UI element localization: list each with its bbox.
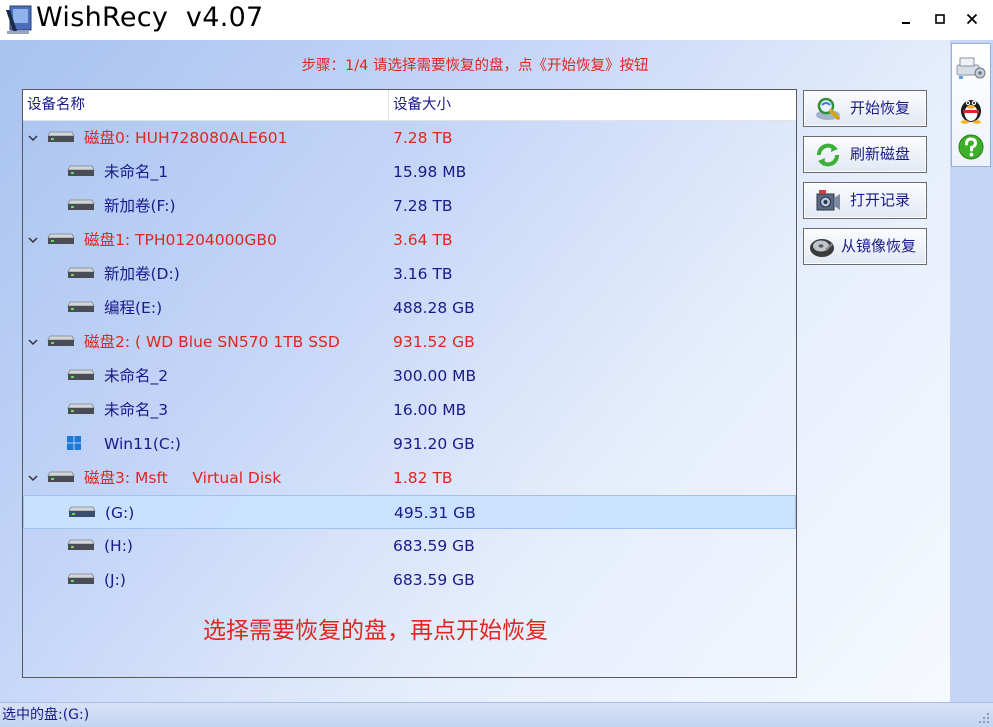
hard-drive-icon: [67, 369, 95, 380]
close-button[interactable]: [960, 8, 984, 30]
partition-row[interactable]: Win11(C:) 931.20 GB: [23, 427, 796, 461]
partition-size: 683.59 GB: [393, 571, 475, 589]
disk-row[interactable]: 磁盘0: HUH728080ALE601 7.28 TB: [23, 121, 796, 155]
device-list[interactable]: 设备名称 设备大小 磁盘0: HUH728080ALE601 7.28 TB 未命名…: [22, 89, 797, 678]
minimize-icon: [902, 22, 910, 24]
start-recovery-label: 开始恢复: [850, 99, 911, 117]
partition-row[interactable]: (H:) 683.59 GB: [23, 529, 796, 563]
hard-drive-icon: [67, 267, 95, 278]
partition-name: 新加卷(D:): [104, 265, 180, 283]
disk-name: 磁盘2: ( WD Blue SN570 1TB SSD: [84, 333, 340, 351]
disk-name: 磁盘3: Msft Virtual Disk: [84, 469, 282, 487]
hint-text: 选择需要恢复的盘，再点开始恢复: [203, 618, 548, 644]
disk-name: 磁盘0: HUH728080ALE601: [84, 129, 288, 147]
partition-size: 683.59 GB: [393, 537, 475, 555]
help-icon[interactable]: [955, 132, 987, 164]
selected-disk-status: 选中的盘:(G:): [2, 707, 90, 723]
partition-name: Win11(C:): [104, 435, 181, 453]
refresh-disks-label: 刷新磁盘: [850, 145, 911, 163]
hard-drive-icon: [47, 131, 75, 142]
hard-disk-icon: [810, 239, 834, 257]
disk-row[interactable]: 磁盘3: Msft Virtual Disk 1.82 TB: [23, 461, 796, 495]
hard-drive-icon: [67, 199, 95, 210]
app-title: WishRecy v4.07: [36, 2, 264, 33]
open-log-button[interactable]: 打开记录: [803, 182, 927, 219]
partition-name: 编程(E:): [104, 299, 163, 317]
partition-row[interactable]: 新加卷(D:) 3.16 TB: [23, 257, 796, 291]
column-header-device-name[interactable]: 设备名称: [23, 90, 388, 120]
partition-row[interactable]: 编程(E:) 488.28 GB: [23, 291, 796, 325]
hard-drive-icon: [47, 335, 75, 346]
partition-size: 15.98 MB: [393, 163, 467, 181]
partition-row[interactable]: 未命名_3 16.00 MB: [23, 393, 796, 427]
hard-drive-icon: [67, 165, 95, 176]
open-log-label: 打开记录: [850, 191, 911, 209]
resize-grip-icon[interactable]: [977, 711, 991, 725]
status-bar: 选中的盘:(G:): [0, 702, 993, 727]
restore-from-image-label: 从镜像恢复: [841, 237, 917, 255]
partition-size: 488.28 GB: [393, 299, 475, 317]
hard-drive-icon: [47, 233, 75, 244]
network-settings-icon[interactable]: [955, 51, 987, 83]
chevron-down-icon[interactable]: [27, 472, 39, 484]
main-panel: 步骤：1/4 请选择需要恢复的盘，点《开始恢复》按钮 设备名称 设备大小 磁盘0…: [0, 40, 950, 702]
partition-size: 931.20 GB: [393, 435, 475, 453]
partition-name: (J:): [104, 571, 126, 589]
maximize-button[interactable]: [928, 8, 952, 30]
hard-drive-icon: [67, 301, 95, 312]
hard-drive-icon: [67, 573, 95, 584]
chevron-down-icon[interactable]: [27, 132, 39, 144]
windows-logo-icon: [67, 436, 81, 450]
column-header-device-size[interactable]: 设备大小: [389, 90, 796, 120]
partition-name: 未命名_1: [104, 163, 169, 181]
refresh-icon: [817, 143, 839, 167]
disk-name: 磁盘1: TPH01204000GB0: [84, 231, 277, 249]
partition-name: 未命名_2: [104, 367, 169, 385]
partition-name: 未命名_3: [104, 401, 169, 419]
partition-name: 新加卷(F:): [104, 197, 176, 215]
disk-size: 1.82 TB: [393, 469, 453, 487]
hard-drive-icon: [67, 403, 95, 414]
camera-icon: [816, 190, 840, 211]
qq-penguin-icon[interactable]: [955, 92, 987, 124]
title-bar: WishRecy v4.07: [0, 0, 993, 40]
partition-row[interactable]: 未命名_2 300.00 MB: [23, 359, 796, 393]
partition-row[interactable]: (J:) 683.59 GB: [23, 563, 796, 597]
partition-row[interactable]: (G:) 495.31 GB: [23, 495, 796, 529]
hard-drive-icon: [68, 506, 96, 517]
partition-size: 495.31 GB: [394, 504, 476, 522]
magnifier-disk-icon: [816, 97, 840, 120]
partition-row[interactable]: 未命名_1 15.98 MB: [23, 155, 796, 189]
disk-row[interactable]: 磁盘2: ( WD Blue SN570 1TB SSD 931.52 GB: [23, 325, 796, 359]
partition-size: 300.00 MB: [393, 367, 477, 385]
disk-size: 7.28 TB: [393, 129, 453, 147]
hard-drive-icon: [47, 471, 75, 482]
partition-row[interactable]: 新加卷(F:) 7.28 TB: [23, 189, 796, 223]
maximize-icon: [935, 14, 945, 24]
partition-size: 3.16 TB: [393, 265, 453, 283]
disk-row[interactable]: 磁盘1: TPH01204000GB0 3.64 TB: [23, 223, 796, 257]
step-instruction: 步骤：1/4 请选择需要恢复的盘，点《开始恢复》按钮: [301, 58, 649, 74]
partition-size: 7.28 TB: [393, 197, 453, 215]
close-icon: [966, 13, 978, 25]
partition-name: (G:): [105, 504, 135, 522]
partition-name: (H:): [104, 537, 133, 555]
hard-drive-icon: [67, 539, 95, 550]
chevron-down-icon[interactable]: [27, 336, 39, 348]
start-recovery-button[interactable]: 开始恢复: [803, 90, 927, 127]
app-logo-icon: [6, 5, 32, 34]
partition-size: 16.00 MB: [393, 401, 467, 419]
minimize-button[interactable]: [894, 8, 918, 30]
disk-size: 931.52 GB: [393, 333, 475, 351]
list-header: 设备名称 设备大小: [23, 90, 796, 121]
refresh-disks-button[interactable]: 刷新磁盘: [803, 136, 927, 173]
restore-from-image-button[interactable]: 从镜像恢复: [803, 228, 927, 265]
chevron-down-icon[interactable]: [27, 234, 39, 246]
disk-size: 3.64 TB: [393, 231, 453, 249]
